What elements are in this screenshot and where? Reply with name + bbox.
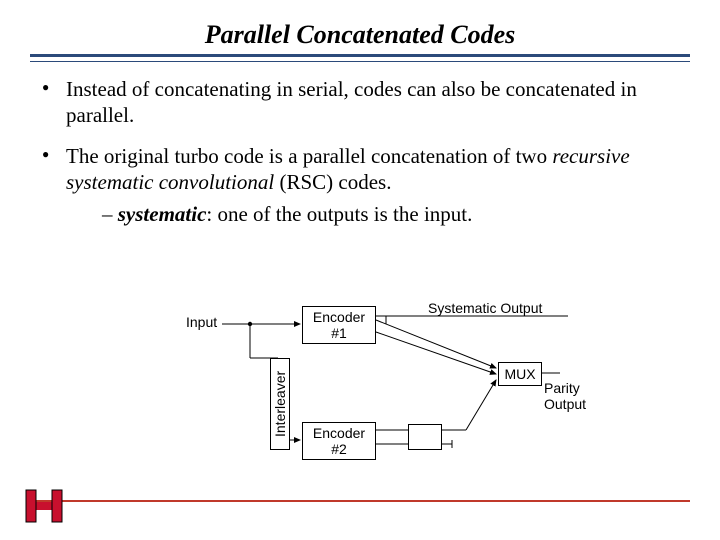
block-encoder-2: Encoder #2 [302,422,376,460]
block-interleaver: Interleaver [270,358,290,450]
label-parity-output: Parity Output [544,380,586,412]
block-encoder-1: Encoder #1 [302,306,376,344]
label-systematic-output: Systematic Output [428,300,542,316]
block-mux: MUX [498,362,542,386]
bullet-1: Instead of concatenating in serial, code… [48,76,686,129]
footer-rule [30,500,690,502]
block-puncture [408,424,442,450]
slide-title: Parallel Concatenated Codes [30,20,690,50]
uh-logo [24,486,64,526]
turbo-encoder-diagram: Input Systematic Output Parity Output En… [150,296,590,486]
bullet-2: The original turbo code is a parallel co… [48,143,686,228]
bullet-2-sub: – systematic: one of the outputs is the … [102,201,686,227]
title-underline [30,54,690,62]
label-input: Input [186,314,217,330]
